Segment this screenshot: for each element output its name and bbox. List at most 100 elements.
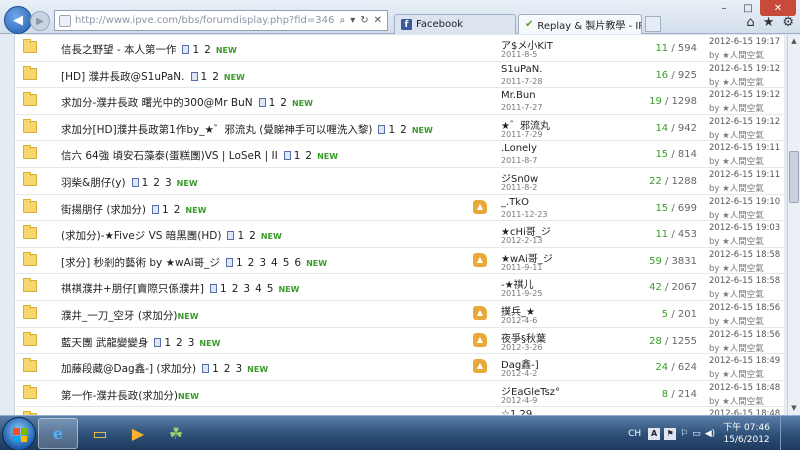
last-post-date[interactable]: 2012-6-15 19:12 (709, 117, 780, 127)
page-link[interactable]: 2 (224, 363, 231, 375)
vertical-scrollbar[interactable]: ▲ ▼ (787, 35, 800, 415)
page-link[interactable]: 2 (176, 337, 183, 349)
page-link[interactable]: 2 (174, 204, 181, 216)
refresh-icon[interactable]: ↻ (360, 15, 368, 26)
maximize-icon[interactable]: □ (736, 0, 760, 16)
page-link[interactable]: 1 (220, 283, 227, 295)
page-link[interactable]: 3 (243, 283, 250, 295)
last-post-date[interactable]: 2012-6-15 19:11 (709, 170, 780, 180)
last-post-author[interactable]: by ★人間空氣 (709, 182, 764, 194)
last-post-author[interactable]: by ★人間空氣 (709, 368, 764, 380)
last-post-date[interactable]: 2012-6-15 19:11 (709, 143, 780, 153)
thread-title-link[interactable]: 街揚朋仔 (求加分) (61, 204, 146, 216)
flag-tray-icon[interactable]: ⚐ (680, 429, 688, 439)
last-post-date[interactable]: 2012-6-15 18:56 (709, 303, 780, 313)
home-icon[interactable]: ⌂ (746, 15, 754, 30)
ime-mode-icon[interactable]: ⚑ (664, 427, 677, 440)
page-link[interactable]: 1 (212, 363, 219, 375)
last-post-date[interactable]: 2012-6-15 19:03 (709, 223, 780, 233)
last-post-date[interactable]: 2012-6-15 18:49 (709, 356, 780, 366)
page-link[interactable]: 2 (249, 230, 256, 242)
page-link[interactable]: 3 (165, 177, 172, 189)
thread-title-link[interactable]: 加藤段藏@Dag鑫-] (求加分) (61, 363, 196, 375)
page-link[interactable]: 1 (294, 150, 301, 162)
thread-title-link[interactable]: 濮井_一刀_空牙 (求加分) (61, 310, 178, 322)
forward-button[interactable]: ▶ (30, 11, 50, 31)
page-link[interactable]: 1 (236, 257, 243, 269)
page-link[interactable]: 1 (192, 44, 199, 56)
last-post-author[interactable]: by ★人間空氣 (709, 395, 764, 407)
last-post-author[interactable]: by ★人間空氣 (709, 262, 764, 274)
thread-title-link[interactable]: 羽柴&朋仔(y) (61, 177, 126, 189)
address-bar[interactable]: http://www.ipve.com/bbs/forumdisplay.php… (54, 10, 388, 31)
thread-title-link[interactable]: [HD] 濮井長政@S1uPaN. (61, 71, 185, 83)
page-link[interactable]: 1 (164, 337, 171, 349)
thread-title-link[interactable]: (求加分)-★Fiveジ VS 暗黑團(HD) (61, 230, 221, 242)
search-icon[interactable]: ⌕ (340, 15, 346, 26)
page-link[interactable]: 1 (388, 124, 395, 136)
page-link[interactable]: 1 (162, 204, 169, 216)
page-link[interactable]: 2 (248, 257, 255, 269)
favorites-star-icon[interactable]: ★ (763, 15, 775, 30)
back-button[interactable]: ◀ (4, 6, 32, 34)
last-post-date[interactable]: 2012-6-15 19:12 (709, 64, 780, 74)
page-link[interactable]: 4 (255, 283, 262, 295)
author-link[interactable]: S1uPaN. (501, 64, 542, 75)
last-post-author[interactable]: by ★人間空氣 (709, 129, 764, 141)
author-link[interactable]: _.TkO (501, 197, 529, 208)
close-window-icon[interactable]: ✕ (760, 0, 796, 16)
last-post-date[interactable]: 2012-6-15 19:17 (709, 37, 780, 47)
new-tab-button[interactable] (645, 16, 661, 32)
page-link[interactable]: 3 (235, 363, 242, 375)
tab-replay[interactable]: ✔ Replay & 製片教學 - IPvE... ✕ (518, 14, 642, 34)
page-link[interactable]: 3 (188, 337, 195, 349)
clock[interactable]: 下午 07:46 15/6/2012 (723, 422, 770, 446)
last-post-date[interactable]: 2012-6-15 18:56 (709, 330, 780, 340)
volume-icon[interactable]: ◀) (705, 429, 715, 439)
last-post-author[interactable]: by ★人間空氣 (709, 155, 764, 167)
page-link[interactable]: 1 (201, 71, 208, 83)
display-tray-icon[interactable]: ▭ (692, 429, 701, 439)
url-text[interactable]: http://www.ipve.com/bbs/forumdisplay.php… (75, 15, 340, 26)
page-link[interactable]: 1 (269, 97, 276, 109)
tab-facebook[interactable]: f Facebook (394, 14, 516, 34)
minimize-icon[interactable]: – (712, 0, 736, 16)
last-post-author[interactable]: by ★人間空氣 (709, 315, 764, 327)
scroll-up-icon[interactable]: ▲ (788, 35, 800, 48)
thread-title-link[interactable]: 祺祺濮井+朋仔[賣際只係濮井] (61, 283, 204, 295)
thread-title-link[interactable]: 信長之野望 - 本人第一作 (61, 44, 176, 56)
author-link[interactable]: Mr.Bun (501, 90, 536, 101)
ime-icon[interactable]: A (648, 427, 661, 440)
thread-title-link[interactable]: 第一作-濮井長政(求加分) (61, 390, 178, 402)
page-link[interactable]: 6 (294, 257, 301, 269)
page-link[interactable]: 2 (204, 44, 211, 56)
page-link[interactable]: 3 (259, 257, 266, 269)
last-post-date[interactable]: 2012-6-15 19:10 (709, 197, 780, 207)
show-desktop-button[interactable] (780, 416, 790, 450)
scroll-down-icon[interactable]: ▼ (788, 402, 800, 415)
last-post-date[interactable]: 2012-6-15 19:12 (709, 90, 780, 100)
dropdown-icon[interactable]: ▾ (350, 15, 355, 26)
last-post-author[interactable]: by ★人間空氣 (709, 235, 764, 247)
last-post-author[interactable]: by ★人間空氣 (709, 209, 764, 221)
network-app-icon[interactable]: ☘ (156, 418, 196, 449)
last-post-date[interactable]: 2012-6-15 18:48 (709, 383, 780, 393)
folder-icon[interactable]: ▭ (80, 418, 120, 449)
scroll-thumb[interactable] (789, 151, 799, 203)
last-post-author[interactable]: by ★人間空氣 (709, 49, 764, 61)
page-link[interactable]: 2 (212, 71, 219, 83)
last-post-date[interactable]: 2012-6-15 18:58 (709, 276, 780, 286)
page-link[interactable]: 2 (153, 177, 160, 189)
thread-title-link[interactable]: [求分] 秒剎的藝術 by ★wAi哥_ジ (61, 257, 220, 269)
page-link[interactable]: 1 (237, 230, 244, 242)
thread-title-link[interactable]: 藍天團 武龍變變身 (61, 337, 148, 349)
media-player-icon[interactable]: ▶ (118, 418, 158, 449)
page-link[interactable]: 4 (271, 257, 278, 269)
page-link[interactable]: 1 (142, 177, 149, 189)
stop-icon[interactable]: ✕ (374, 15, 382, 26)
page-link[interactable]: 5 (283, 257, 290, 269)
last-post-author[interactable]: by ★人間空氣 (709, 102, 764, 114)
thread-title-link[interactable]: 信六 64強 頃安石藻泰(蛋糕團)VS | LoSeR | II (61, 150, 278, 162)
page-link[interactable]: 2 (232, 283, 239, 295)
gear-icon[interactable]: ⚙ (782, 15, 794, 30)
